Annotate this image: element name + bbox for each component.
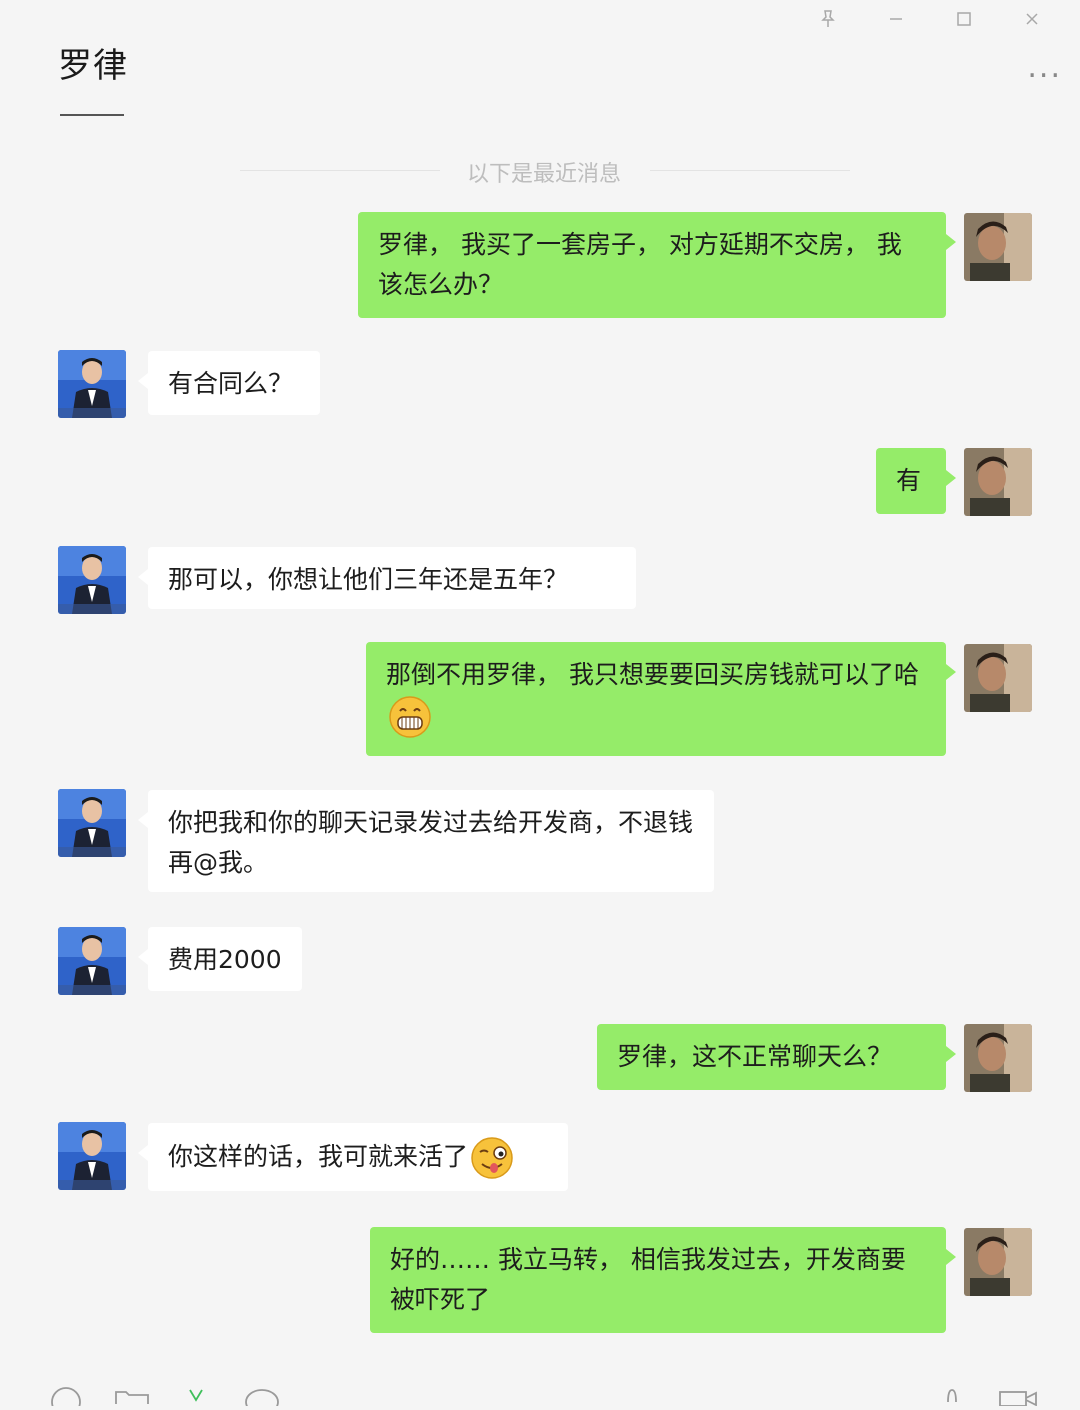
avatar[interactable] bbox=[964, 213, 1032, 281]
message-bubble[interactable]: 有 bbox=[876, 448, 956, 514]
avatar[interactable] bbox=[964, 1228, 1032, 1296]
message-bubble[interactable]: 有合同么？ bbox=[138, 351, 320, 415]
window-controls bbox=[794, 6, 1066, 32]
scissors-icon[interactable] bbox=[186, 1386, 206, 1410]
avatar[interactable] bbox=[58, 350, 126, 418]
emoji-icon[interactable] bbox=[50, 1386, 82, 1410]
message-text: 罗律， 我买了一套房子， 对方延期不交房， 我该怎么办？ bbox=[378, 230, 902, 299]
message-text: 那倒不用罗律， 我只想要要回买房钱就可以了哈 bbox=[386, 660, 919, 689]
message-bubble[interactable]: 你这样的话，我可就来活了 bbox=[138, 1123, 568, 1191]
message-text: 你把我和你的聊天记录发过去给开发商，不退钱再@我。 bbox=[168, 808, 694, 877]
close-icon[interactable] bbox=[998, 6, 1066, 32]
chat-history-icon[interactable] bbox=[244, 1386, 280, 1410]
message-bubble[interactable]: 罗律， 我买了一套房子， 对方延期不交房， 我该怎么办？ bbox=[358, 212, 956, 318]
message-text: 你这样的话，我可就来活了 bbox=[168, 1142, 469, 1171]
message-bubble[interactable]: 那可以，你想让他们三年还是五年？ bbox=[138, 547, 636, 609]
message-bubble[interactable]: 费用2000 bbox=[138, 927, 302, 991]
avatar[interactable] bbox=[58, 546, 126, 614]
chat-title: 罗律 bbox=[58, 46, 128, 86]
message-text: 好的…… 我立马转， 相信我发过去，开发商要被吓死了 bbox=[390, 1245, 906, 1314]
message-text: 罗律，这不正常聊天么？ bbox=[617, 1042, 893, 1071]
more-options-button[interactable]: ... bbox=[1027, 53, 1062, 83]
divider-text: 以下是最近消息 bbox=[466, 162, 621, 187]
avatar[interactable] bbox=[964, 1024, 1032, 1092]
message-text: 有合同么？ bbox=[168, 369, 294, 398]
minimize-icon[interactable] bbox=[862, 6, 930, 32]
message-bubble[interactable]: 那倒不用罗律， 我只想要要回买房钱就可以了哈 bbox=[366, 642, 956, 756]
folder-icon[interactable] bbox=[114, 1386, 150, 1410]
message-text: 费用2000 bbox=[168, 945, 282, 974]
recent-messages-divider: 以下是最近消息 bbox=[0, 154, 1080, 188]
avatar[interactable] bbox=[964, 644, 1032, 712]
maximize-icon[interactable] bbox=[930, 6, 998, 32]
divider-line-right bbox=[650, 170, 850, 171]
message-text: 那可以，你想让他们三年还是五年？ bbox=[168, 565, 569, 594]
message-bubble[interactable]: 你把我和你的聊天记录发过去给开发商，不退钱再@我。 bbox=[138, 790, 714, 892]
input-toolbar bbox=[0, 1380, 1080, 1410]
avatar[interactable] bbox=[58, 789, 126, 857]
pin-icon[interactable] bbox=[794, 6, 862, 32]
title-underline bbox=[60, 114, 124, 116]
phone-icon[interactable] bbox=[942, 1386, 962, 1410]
message-text: 有 bbox=[896, 466, 922, 495]
message-bubble[interactable]: 罗律，这不正常聊天么？ bbox=[597, 1024, 956, 1090]
avatar[interactable] bbox=[58, 1122, 126, 1190]
avatar[interactable] bbox=[58, 927, 126, 995]
video-icon[interactable] bbox=[998, 1386, 1038, 1410]
avatar[interactable] bbox=[964, 448, 1032, 516]
wink-tongue-emoji-icon bbox=[470, 1136, 514, 1180]
message-bubble[interactable]: 好的…… 我立马转， 相信我发过去，开发商要被吓死了 bbox=[370, 1227, 956, 1333]
grin-emoji-icon bbox=[388, 695, 432, 739]
